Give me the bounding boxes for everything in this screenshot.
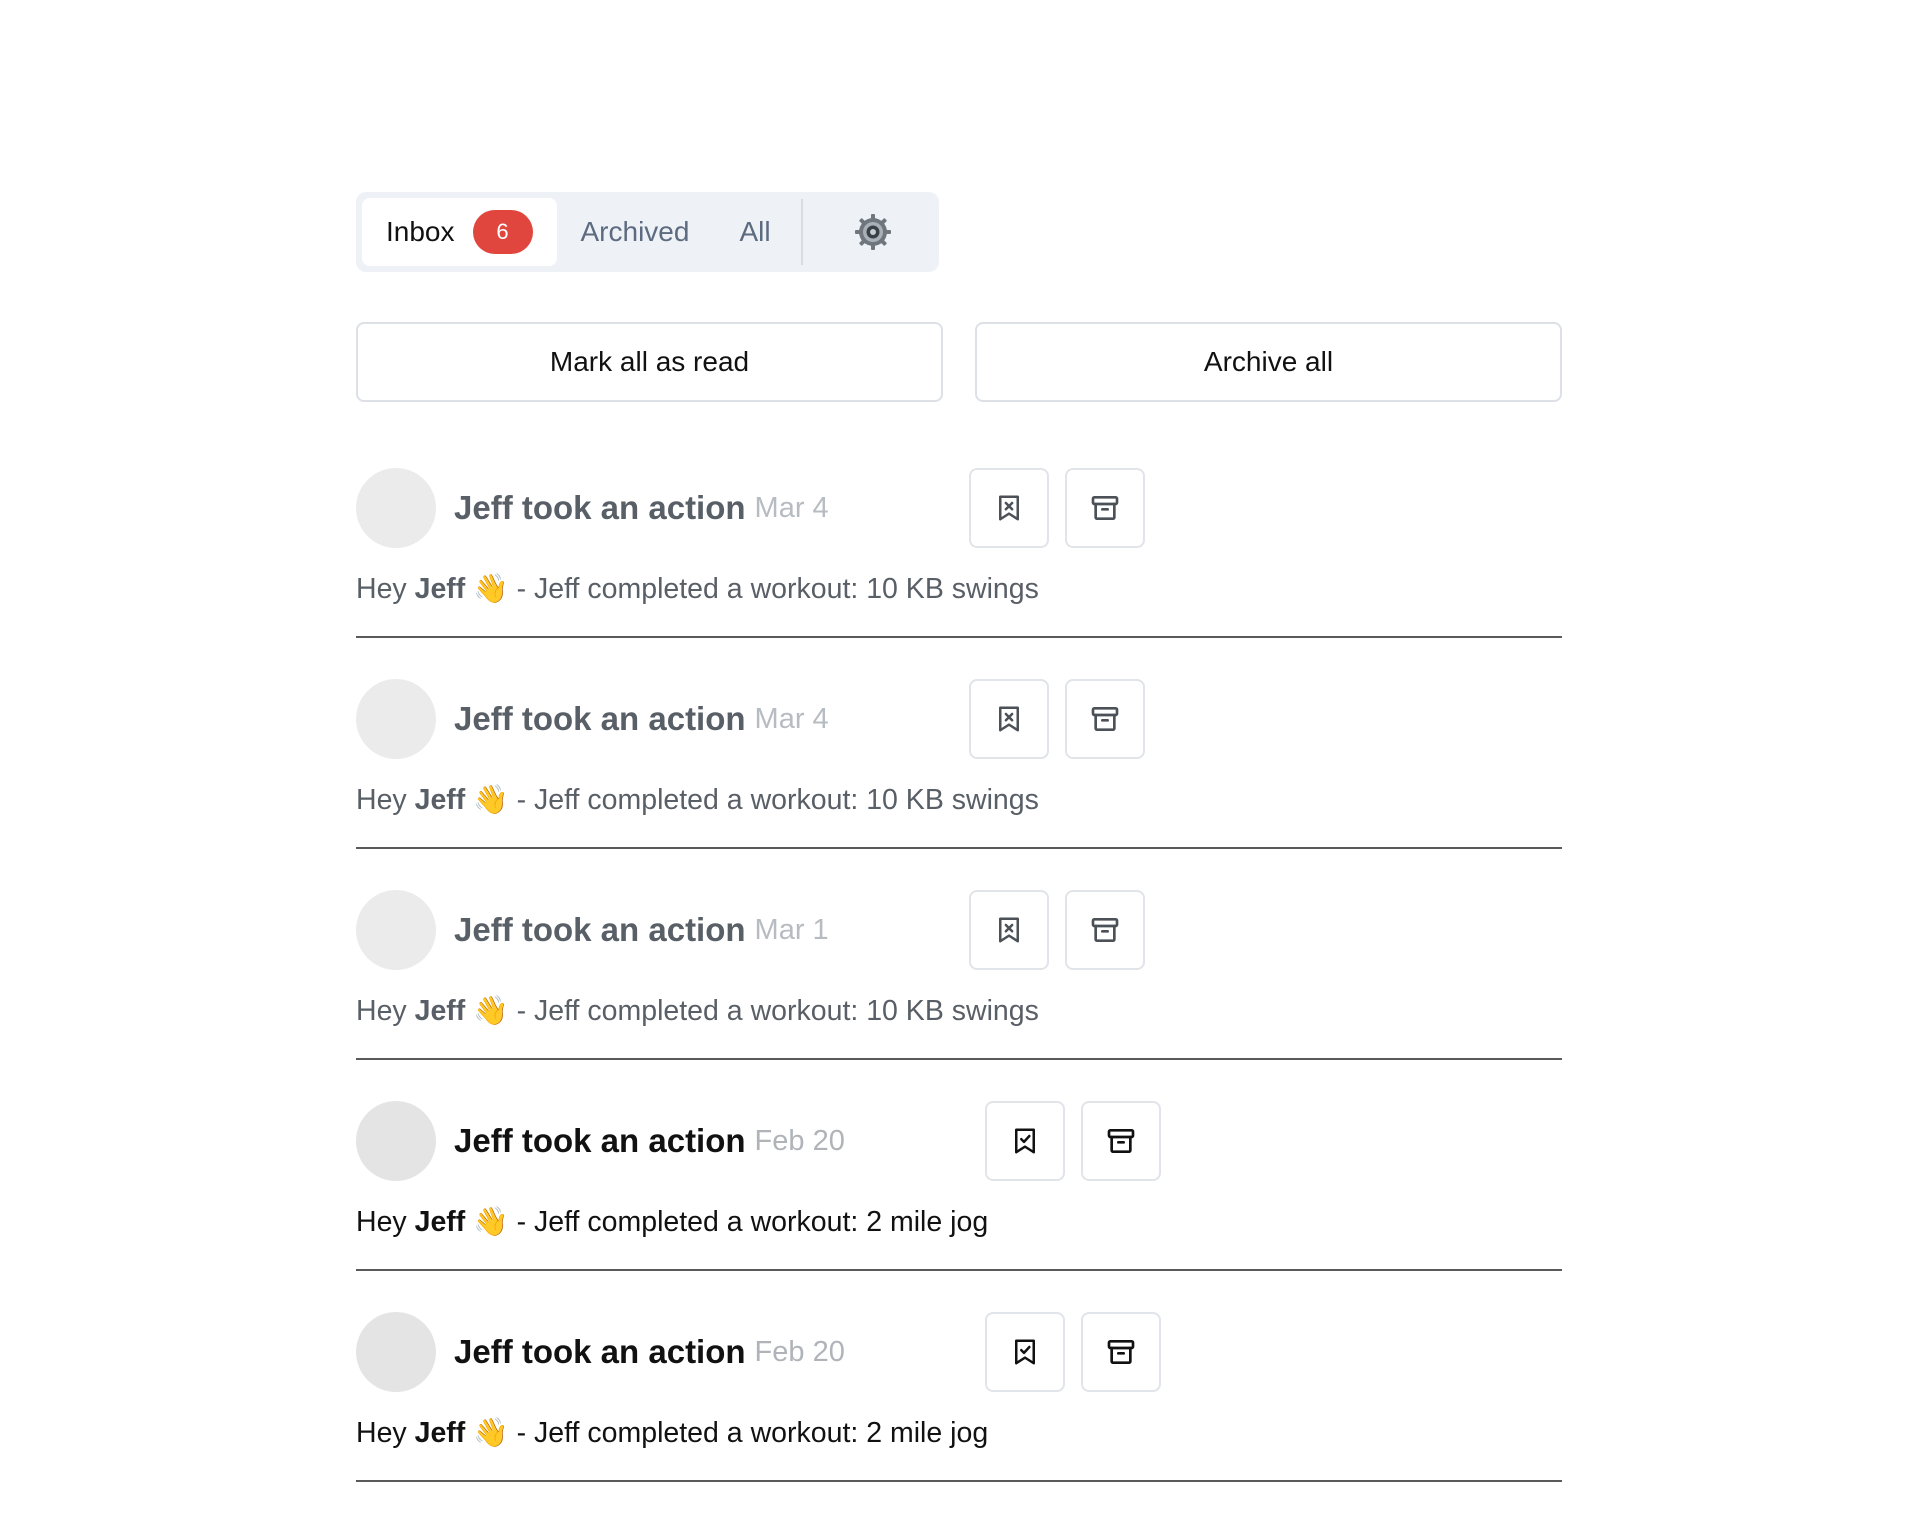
avatar [356, 468, 436, 548]
notification-title-text: Jeff took an action [454, 489, 746, 526]
notification-actions [969, 468, 1145, 548]
bookmark-x-icon [999, 706, 1019, 732]
mark-read-button[interactable] [985, 1312, 1065, 1392]
notification-title-text: Jeff took an action [454, 1122, 746, 1159]
archive-button[interactable] [1081, 1312, 1161, 1392]
divider [356, 1058, 1562, 1060]
divider [356, 636, 1562, 638]
wave-emoji: 👋 [473, 784, 509, 816]
mark-read-button[interactable] [985, 1101, 1065, 1181]
archive-all-button[interactable]: Archive all [975, 322, 1562, 402]
recipient-name: Jeff [414, 784, 466, 816]
notification-title: Jeff took an action Feb 20 [454, 1312, 845, 1392]
recipient-name: Jeff [414, 1206, 466, 1238]
notification-message: - Jeff completed a workout: 10 KB swings [508, 784, 1039, 816]
notification-body: Hey Jeff 👋 - Jeff completed a workout: 2… [356, 1205, 988, 1239]
notification-item[interactable]: Jeff took an action Mar 1 Hey Jeff 👋 - J… [356, 890, 1562, 1101]
greeting: Hey [356, 1417, 407, 1449]
gear-icon [854, 214, 891, 250]
avatar [356, 1101, 436, 1181]
recipient-name: Jeff [414, 1417, 466, 1449]
notification-message: - Jeff completed a workout: 10 KB swings [508, 573, 1039, 605]
greeting: Hey [356, 784, 407, 816]
notification-actions [969, 679, 1145, 759]
notification-title: Jeff took an action Mar 1 [454, 890, 829, 970]
notifications-panel: Inbox 6 Archived All Mark all as read Ar… [356, 192, 1562, 1523]
tab-bar: Inbox 6 Archived All [356, 192, 939, 272]
notification-title: Jeff took an action Feb 20 [454, 1101, 845, 1181]
notification-actions [985, 1312, 1161, 1392]
bookmark-check-icon [1015, 1339, 1035, 1365]
mark-read-button[interactable] [969, 679, 1049, 759]
bulk-actions: Mark all as read Archive all [356, 322, 1562, 402]
notification-actions [985, 1101, 1161, 1181]
notification-date: Feb 20 [754, 1124, 845, 1157]
notification-title-text: Jeff took an action [454, 911, 746, 948]
notification-body: Hey Jeff 👋 - Jeff completed a workout: 1… [356, 572, 1039, 606]
tab-archived[interactable]: Archived [557, 198, 714, 266]
archive-icon [1107, 1340, 1135, 1364]
notification-date: Feb 20 [754, 1335, 845, 1368]
avatar [356, 890, 436, 970]
wave-emoji: 👋 [473, 573, 509, 605]
notification-body: Hey Jeff 👋 - Jeff completed a workout: 1… [356, 783, 1039, 817]
recipient-name: Jeff [414, 573, 466, 605]
notification-item[interactable]: Jeff took an action Feb 20 Hey Jeff 👋 - … [356, 1101, 1562, 1312]
notification-date: Mar 1 [754, 913, 829, 946]
notification-date: Mar 4 [754, 702, 829, 735]
wave-emoji: 👋 [473, 995, 509, 1027]
divider [356, 847, 1562, 849]
notification-title-text: Jeff took an action [454, 700, 746, 737]
mark-all-read-button[interactable]: Mark all as read [356, 322, 943, 402]
notification-message: - Jeff completed a workout: 10 KB swings [508, 995, 1039, 1027]
notification-date: Mar 4 [754, 491, 829, 524]
bookmark-x-icon [999, 495, 1019, 521]
settings-button[interactable] [809, 198, 933, 266]
divider [356, 1480, 1562, 1482]
tab-all[interactable]: All [713, 198, 794, 266]
mark-read-button[interactable] [969, 468, 1049, 548]
notification-list: Jeff took an action Mar 4 Hey Jeff 👋 - J… [356, 468, 1562, 1523]
notification-title: Jeff took an action Mar 4 [454, 679, 829, 759]
notification-title: Jeff took an action Mar 4 [454, 468, 829, 548]
notification-actions [969, 890, 1145, 970]
tab-inbox-label: Inbox [386, 216, 455, 247]
wave-emoji: 👋 [473, 1417, 509, 1449]
recipient-name: Jeff [414, 995, 466, 1027]
wave-emoji: 👋 [473, 1206, 509, 1238]
tab-divider [800, 199, 803, 265]
greeting: Hey [356, 573, 407, 605]
divider [356, 1269, 1562, 1271]
archive-icon [1091, 496, 1119, 520]
mark-read-button[interactable] [969, 890, 1049, 970]
greeting: Hey [356, 995, 407, 1027]
greeting: Hey [356, 1206, 407, 1238]
notification-item[interactable]: Jeff took an action Mar 4 Hey Jeff 👋 - J… [356, 468, 1562, 679]
notification-message: - Jeff completed a workout: 2 mile jog [508, 1417, 989, 1449]
archive-button[interactable] [1065, 890, 1145, 970]
archive-button[interactable] [1081, 1101, 1161, 1181]
bookmark-x-icon [999, 917, 1019, 943]
notification-message: - Jeff completed a workout: 2 mile jog [508, 1206, 989, 1238]
archive-icon [1107, 1129, 1135, 1153]
archive-icon [1091, 918, 1119, 942]
bookmark-check-icon [1015, 1128, 1035, 1154]
notification-title-text: Jeff took an action [454, 1333, 746, 1370]
archive-button[interactable] [1065, 679, 1145, 759]
archive-button[interactable] [1065, 468, 1145, 548]
avatar [356, 679, 436, 759]
unread-count-badge: 6 [472, 210, 533, 254]
avatar [356, 1312, 436, 1392]
notification-body: Hey Jeff 👋 - Jeff completed a workout: 1… [356, 994, 1039, 1028]
notification-item[interactable]: Jeff took an action Mar 4 Hey Jeff 👋 - J… [356, 679, 1562, 890]
notification-body: Hey Jeff 👋 - Jeff completed a workout: 2… [356, 1416, 988, 1450]
notification-item[interactable]: Jeff took an action Feb 20 Hey Jeff 👋 - … [356, 1312, 1562, 1523]
tab-inbox[interactable]: Inbox 6 [362, 198, 557, 266]
archive-icon [1091, 707, 1119, 731]
